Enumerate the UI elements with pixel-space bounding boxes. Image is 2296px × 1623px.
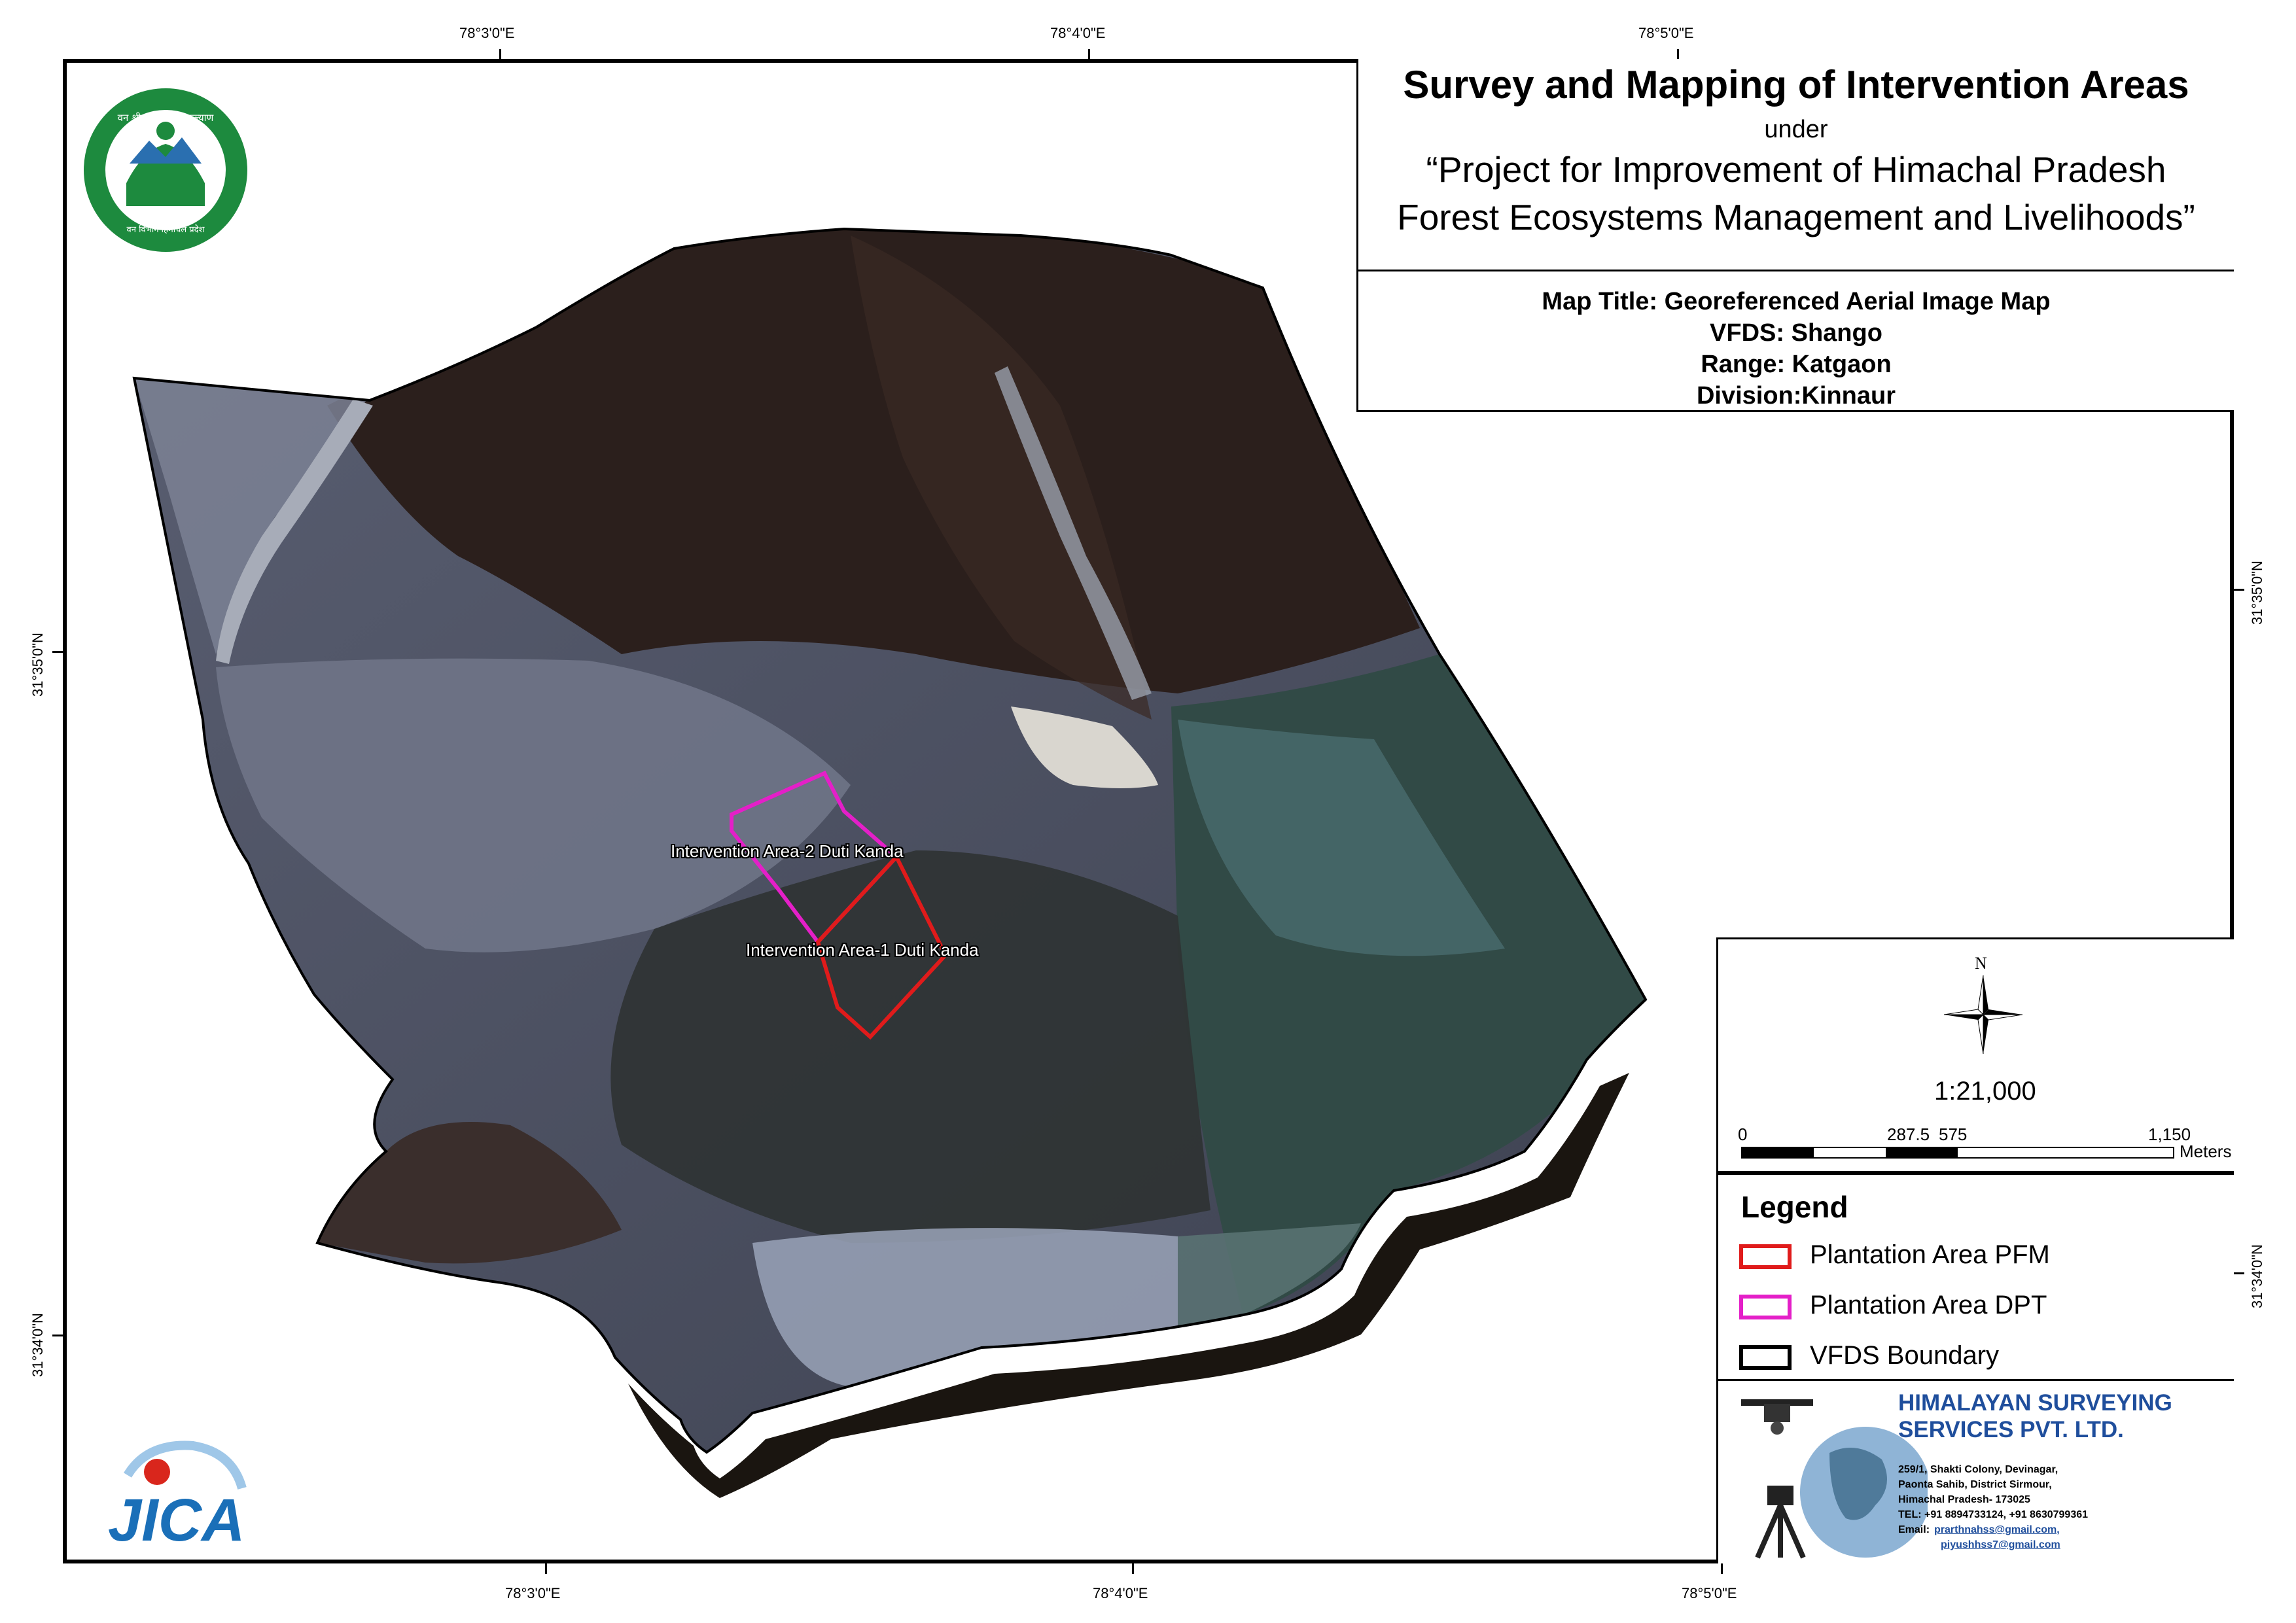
svg-text:वन विभाग हिमाचल प्रदेश: वन विभाग हिमाचल प्रदेश xyxy=(127,224,205,235)
title-project-line1: “Project for Improvement of Himachal Pra… xyxy=(1426,149,2166,190)
svg-text:वन श्री त्राण, विश्व कल्याण: वन श्री त्राण, विश्व कल्याण xyxy=(118,112,215,124)
vfds-name: VFDS: Shango xyxy=(1710,319,1882,347)
map-title: Map Title: Georeferenced Aerial Image Ma… xyxy=(1542,288,2051,315)
company-address-1: 259/1, Shakti Colony, Devinagar, xyxy=(1898,1464,2058,1475)
scalebar xyxy=(1741,1147,2174,1159)
jica-logo: JICA xyxy=(108,1440,247,1550)
scalebar-tick-1: 287.5 xyxy=(1887,1125,1930,1144)
company-panel: HIMALAYAN SURVEYING SERVICES PVT. LTD. 2… xyxy=(1716,1379,2234,1563)
scalebar-unit: Meters xyxy=(2180,1142,2232,1161)
forest-department-seal: वन श्री त्राण, विश्व कल्याण वन विभाग हिम… xyxy=(84,88,247,252)
scalebar-tick-0: 0 xyxy=(1738,1125,1748,1144)
title-panel: Survey and Mapping of Intervention Areas… xyxy=(1356,59,2234,271)
company-email-label: Email: xyxy=(1898,1524,1930,1535)
company-tel: TEL: +91 8894733124, +91 8630799361 xyxy=(1898,1509,2089,1520)
title-under: under xyxy=(1764,116,1828,144)
legend-panel: Legend Plantation Area PFM Plantation Ar… xyxy=(1716,1173,2234,1379)
svg-text:JICA: JICA xyxy=(108,1487,245,1550)
division-name: Division:Kinnaur xyxy=(1696,382,1896,410)
company-address-3: Himachal Pradesh- 173025 xyxy=(1898,1494,2030,1505)
legend-title: Legend xyxy=(1741,1190,1848,1224)
map-info-panel: Map Title: Georeferenced Aerial Image Ma… xyxy=(1356,271,2234,412)
north-arrow-icon xyxy=(1944,975,2022,1054)
legend-label-pfm: Plantation Area PFM xyxy=(1810,1240,2050,1269)
legend-swatch-pfm xyxy=(1739,1244,1792,1269)
scale-ratio: 1:21,000 xyxy=(1934,1077,2036,1106)
company-email-2[interactable]: piyushhss7@gmail.com xyxy=(1941,1539,2060,1551)
legend-label-dpt: Plantation Area DPT xyxy=(1810,1291,2047,1319)
north-letter: N xyxy=(1975,954,1987,973)
legend-swatch-dpt xyxy=(1739,1295,1792,1319)
legend-swatch-vfds xyxy=(1739,1345,1792,1370)
title-project-line2: Forest Ecosystems Management and Livelih… xyxy=(1397,197,2195,238)
scalebar-tick-2: 575 xyxy=(1939,1125,1968,1144)
title-main: Survey and Mapping of Intervention Areas xyxy=(1403,63,2189,107)
legend-label-vfds: VFDS Boundary xyxy=(1810,1341,2000,1370)
company-name-line2: SERVICES PVT. LTD. xyxy=(1898,1417,2124,1442)
company-email-1[interactable]: prarthnahss@gmail.com, xyxy=(1934,1524,2060,1536)
company-address-2: Paonta Sahib, District Sirmour, xyxy=(1898,1479,2052,1490)
company-name-line1: HIMALAYAN SURVEYING xyxy=(1898,1390,2172,1416)
north-scale-panel: N 1:21,000 0 287.5 575 1,150 Meters xyxy=(1716,937,2234,1173)
range-name: Range: Katgaon xyxy=(1701,351,1892,378)
